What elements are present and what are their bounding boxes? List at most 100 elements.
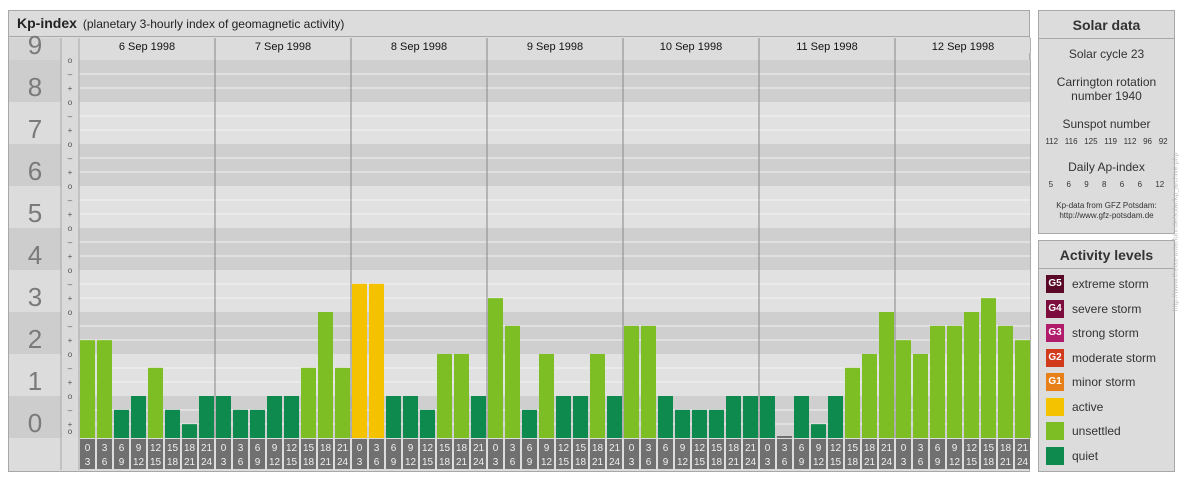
hour-end-label: 21 (320, 457, 332, 468)
hour-start-label: 15 (167, 443, 179, 454)
hour-end-label: 21 (456, 457, 468, 468)
y-subtick-label: + (68, 168, 73, 177)
sunspot-value: 125 (1084, 137, 1098, 146)
hour-end-label: 9 (119, 457, 125, 468)
hour-end-label: 12 (813, 457, 825, 468)
credit-link[interactable]: http://www.gfz-potsdam.de (1039, 211, 1174, 221)
carrington-line-2: number 1940 (1071, 89, 1142, 103)
kp-bar (675, 409, 690, 438)
y-subtick-label: o (68, 56, 73, 65)
y-tick-label: 8 (28, 72, 42, 102)
kp-bar (981, 298, 996, 438)
hour-end-label: 9 (391, 457, 397, 468)
hour-start-label: 21 (745, 443, 757, 454)
y-tick-label: 2 (28, 324, 42, 354)
kp-bar (1015, 340, 1030, 438)
kp-band (79, 270, 1031, 312)
kp-bar (845, 367, 860, 438)
hour-start-label: 6 (935, 443, 941, 454)
y-subtick-label: + (68, 210, 73, 219)
legend-label: active (1072, 399, 1104, 414)
hour-start-label: 3 (102, 443, 108, 454)
hour-start-label: 0 (765, 443, 771, 454)
kp-bar (794, 396, 809, 438)
legend-label: extreme storm (1072, 277, 1149, 292)
legend-item-g2: G2 moderate storm (1039, 346, 1174, 371)
hour-end-label: 3 (629, 457, 635, 468)
legend-swatch-active (1046, 397, 1064, 416)
hour-end-label: 18 (439, 457, 451, 468)
kp-bar (454, 354, 469, 438)
kp-bar (403, 396, 418, 438)
solar-data-heading: Solar data (1039, 11, 1174, 39)
hour-end-label: 12 (405, 457, 417, 468)
ap-value: 6 (1137, 180, 1143, 189)
y-tick-label: 1 (28, 366, 42, 396)
hour-start-label: 12 (150, 443, 162, 454)
kp-bar (131, 396, 146, 438)
hour-end-label: 15 (694, 457, 706, 468)
ap-value: 8 (1102, 180, 1107, 189)
hour-start-label: 12 (286, 443, 298, 454)
kp-bar (862, 354, 877, 438)
y-subtick-label: – (68, 238, 73, 247)
kp-bar (573, 396, 588, 438)
sunspot-value: 92 (1158, 137, 1168, 146)
legend-swatch-g1: G1 (1046, 373, 1064, 392)
ap-value: 9 (1084, 180, 1089, 189)
hour-start-label: 12 (422, 443, 434, 454)
y-tick-label: 0 (28, 408, 42, 438)
hour-end-label: 3 (493, 457, 499, 468)
legend-item-unsettled: unsettled (1039, 419, 1174, 444)
kp-bar (233, 409, 248, 438)
sunspot-value: 96 (1143, 137, 1153, 146)
hour-start-label: 12 (558, 443, 570, 454)
hour-end-label: 18 (711, 457, 723, 468)
hour-start-label: 3 (238, 443, 244, 454)
hour-end-label: 24 (609, 457, 621, 468)
hour-start-label: 9 (544, 443, 550, 454)
kp-bar (216, 396, 231, 438)
hour-end-label: 15 (830, 457, 842, 468)
kp-bar (97, 340, 112, 438)
legend-item-quiet: quiet (1039, 444, 1174, 469)
hour-start-label: 15 (439, 443, 451, 454)
hour-end-label: 18 (303, 457, 315, 468)
activity-levels-heading: Activity levels (1039, 241, 1174, 269)
legend-item-g5: G5 extreme storm (1039, 272, 1174, 297)
day-label: 9 Sep 1998 (527, 41, 583, 53)
hour-end-label: 15 (286, 457, 298, 468)
y-subtick-label: – (68, 112, 73, 121)
solar-cycle: Solar cycle 23 (1068, 47, 1145, 61)
hour-start-label: 0 (901, 443, 907, 454)
hour-start-label: 15 (303, 443, 315, 454)
kp-bar (709, 409, 724, 438)
y-subtick-label: – (68, 364, 73, 373)
hour-end-label: 21 (1000, 457, 1012, 468)
kp-bar (471, 396, 486, 438)
y-tick-label: 5 (28, 198, 42, 228)
watermark-text: http://www.theiss-unterfuhr.de/solar/kp_… (1172, 152, 1180, 312)
hour-end-label: 3 (765, 457, 771, 468)
legend-swatch-g2: G2 (1046, 348, 1064, 367)
day-label: 7 Sep 1998 (255, 41, 311, 53)
y-subtick-label: – (68, 280, 73, 289)
kp-bar (590, 354, 605, 438)
hour-start-label: 3 (374, 443, 380, 454)
y-subtick-label: o (68, 392, 73, 401)
hour-start-label: 12 (830, 443, 842, 454)
hour-start-label: 21 (473, 443, 485, 454)
y-subtick-label: – (68, 322, 73, 331)
kp-bar (505, 325, 520, 438)
kp-bar (641, 325, 656, 438)
hour-start-label: 21 (609, 443, 621, 454)
sunspot-values: 112 116 125 119 112 96 92 (1039, 137, 1174, 146)
hour-end-label: 6 (646, 457, 652, 468)
y-subtick-label: o (68, 140, 73, 149)
hour-end-label: 18 (983, 457, 995, 468)
legend-swatch-g5: G5 (1046, 275, 1064, 294)
hour-end-label: 24 (201, 457, 213, 468)
hour-start-label: 6 (119, 443, 125, 454)
hour-end-label: 6 (918, 457, 924, 468)
hour-end-label: 3 (221, 457, 227, 468)
